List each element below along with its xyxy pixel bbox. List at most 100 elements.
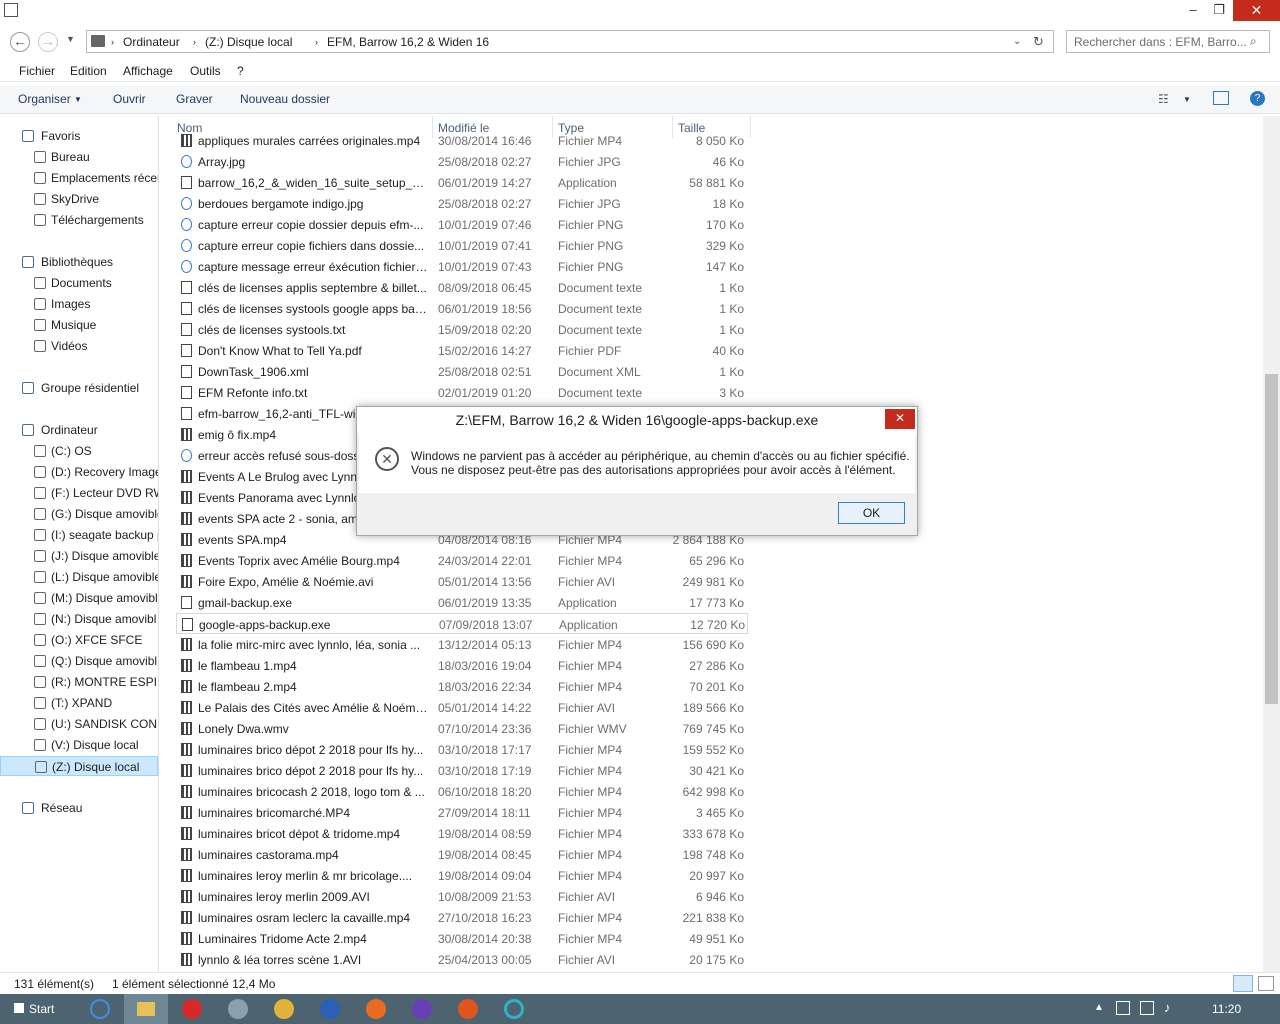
- table-row[interactable]: luminaires bricocash 2 2018, logo tom & …: [176, 781, 748, 802]
- table-row[interactable]: Array.jpg 25/08/2018 02:27 Fichier JPG 46 K…: [176, 151, 748, 172]
- menu-edition[interactable]: Edition: [70, 64, 107, 78]
- search-input[interactable]: Rechercher dans : EFM, Barro...: [1066, 30, 1270, 53]
- table-row[interactable]: luminaires castorama.mp4 19/08/2014 08:45…: [176, 844, 748, 865]
- menu-help[interactable]: ?: [237, 64, 244, 78]
- table-row[interactable]: la folie mirc-mirc avec lynnlo, léa, son…: [176, 634, 748, 655]
- explorer-taskbar-button[interactable]: [124, 994, 168, 1024]
- nav-item[interactable]: (T:) XPAND: [0, 693, 158, 713]
- vertical-scrollbar[interactable]: [1263, 116, 1280, 972]
- preview-pane-icon[interactable]: [1213, 91, 1229, 105]
- nav-item[interactable]: Groupe résidentiel: [0, 378, 158, 398]
- address-bar[interactable]: › Ordinateur › (Z:) Disque local › EFM, …: [86, 30, 1054, 53]
- table-row[interactable]: capture message erreur éxécution fichier…: [176, 256, 748, 277]
- pane-divider[interactable]: [158, 116, 159, 972]
- nav-item[interactable]: (F:) Lecteur DVD RW: [0, 483, 158, 503]
- breadcrumb-drive[interactable]: (Z:) Disque local: [205, 35, 292, 49]
- nav-item[interactable]: (M:) Disque amovibl: [0, 588, 158, 608]
- nav-item[interactable]: Images: [0, 294, 158, 314]
- table-row[interactable]: clés de licenses systools.txt 15/09/2018 …: [176, 319, 748, 340]
- table-row[interactable]: le flambeau 1.mp4 18/03/2016 19:04 Fichier…: [176, 655, 748, 676]
- table-row[interactable]: Events Toprix avec Amélie Bourg.mp4 24/03…: [176, 550, 748, 571]
- nav-item[interactable]: (U:) SANDISK CON: [0, 714, 158, 734]
- chrome-icon[interactable]: [274, 999, 294, 1019]
- nav-item[interactable]: (G:) Disque amovible: [0, 504, 158, 524]
- table-row[interactable]: clés de licenses systools google apps ba…: [176, 298, 748, 319]
- tray-expand-icon[interactable]: ▲: [1094, 1002, 1104, 1013]
- table-row[interactable]: capture erreur copie fichiers dans dossi…: [176, 235, 748, 256]
- nav-item[interactable]: Bibliothèques: [0, 252, 158, 272]
- nav-item[interactable]: Bureau: [0, 147, 158, 167]
- maximize-button[interactable]: ❐: [1204, 0, 1234, 21]
- nav-item[interactable]: Ordinateur: [0, 420, 158, 440]
- firefox-nightly-icon[interactable]: [412, 999, 432, 1019]
- table-row[interactable]: luminaires brico dépot 2 2018 pour lfs h…: [176, 739, 748, 760]
- table-row[interactable]: Lonely Dwa.wmv 07/10/2014 23:36 Fichier WM…: [176, 718, 748, 739]
- nav-item[interactable]: (D:) Recovery Image: [0, 462, 158, 482]
- nav-item[interactable]: (N:) Disque amovibl: [0, 609, 158, 629]
- breadcrumb-chevron-icon[interactable]: ›: [111, 37, 114, 47]
- help-icon[interactable]: ?: [1250, 91, 1265, 106]
- nav-item[interactable]: Téléchargements: [0, 210, 158, 230]
- column-divider[interactable]: [750, 116, 751, 138]
- refresh-icon[interactable]: ↻: [1033, 34, 1044, 50]
- nav-item[interactable]: Emplacements récen: [0, 168, 158, 188]
- address-dropdown-chevron-icon[interactable]: ⌄: [1013, 36, 1021, 47]
- table-row[interactable]: Don't Know What to Tell Ya.pdf 15/02/2016…: [176, 340, 748, 361]
- nav-item[interactable]: (C:) OS: [0, 441, 158, 461]
- browser-icon[interactable]: [320, 999, 340, 1019]
- table-row[interactable]: Le Palais des Cités avec Amélie & Noémi.…: [176, 697, 748, 718]
- table-row[interactable]: luminaires leroy merlin 2009.AVI 10/08/20…: [176, 886, 748, 907]
- breadcrumb-folder[interactable]: EFM, Barrow 16,2 & Widen 16: [327, 35, 489, 49]
- table-row[interactable]: le flambeau 2.mp4 18/03/2016 22:34 Fichier…: [176, 676, 748, 697]
- menu-affichage[interactable]: Affichage: [123, 64, 173, 78]
- table-row[interactable]: luminaires bricomarché.MP4 27/09/2014 18:…: [176, 802, 748, 823]
- table-row[interactable]: luminaires osram leclerc la cavaille.mp4…: [176, 907, 748, 928]
- table-row[interactable]: luminaires brico dépot 2 2018 pour lfs h…: [176, 760, 748, 781]
- nav-item[interactable]: Musique: [0, 315, 158, 335]
- view-chevron-icon[interactable]: ▼: [1183, 95, 1191, 104]
- table-row[interactable]: gmail-backup.exe 06/01/2019 13:35 Applicat…: [176, 592, 748, 613]
- menu-fichier[interactable]: Fichier: [19, 64, 55, 78]
- clock[interactable]: 11:20: [1212, 1002, 1241, 1016]
- ring-app-icon[interactable]: [504, 999, 524, 1019]
- search-icon[interactable]: ⌕: [1250, 34, 1257, 49]
- internet-explorer-icon[interactable]: [90, 999, 110, 1019]
- nav-item[interactable]: (Q:) Disque amovibl: [0, 651, 158, 671]
- details-view-icon[interactable]: [1233, 975, 1253, 992]
- table-row[interactable]: appliques murales carrées originales.mp4…: [176, 130, 748, 151]
- nav-item[interactable]: Vidéos: [0, 336, 158, 356]
- nav-item[interactable]: (O:) XFCE SFCE: [0, 630, 158, 650]
- table-row[interactable]: google-apps-backup.exe 07/09/2018 13:07 Ap…: [176, 613, 748, 634]
- nav-item[interactable]: Réseau: [0, 798, 158, 818]
- nav-item[interactable]: (Z:) Disque local: [0, 756, 158, 776]
- start-button[interactable]: Start: [0, 994, 80, 1024]
- breadcrumb-chevron-icon[interactable]: ›: [315, 37, 318, 47]
- ouvrir-button[interactable]: Ouvrir: [113, 92, 146, 106]
- opera-icon[interactable]: [182, 999, 202, 1019]
- nav-item[interactable]: (R:) MONTRE ESPI: [0, 672, 158, 692]
- breadcrumb-chevron-icon[interactable]: ›: [193, 37, 196, 47]
- ok-button[interactable]: OK: [838, 502, 905, 524]
- volume-icon[interactable]: ♪: [1164, 1000, 1171, 1015]
- table-row[interactable]: barrow_16,2_&_widen_16_suite_setup_sib..…: [176, 172, 748, 193]
- nav-item[interactable]: SkyDrive: [0, 189, 158, 209]
- nav-item[interactable]: (I:) seagate backup p: [0, 525, 158, 545]
- table-row[interactable]: luminaires bricot dépot & tridome.mp4 19/…: [176, 823, 748, 844]
- nav-item[interactable]: (L:) Disque amovible: [0, 567, 158, 587]
- back-button[interactable]: ←: [10, 32, 30, 52]
- table-row[interactable]: lynnlo & léa torres scène 1.AVI 25/04/201…: [176, 949, 748, 970]
- nav-item[interactable]: (J:) Disque amovible: [0, 546, 158, 566]
- table-row[interactable]: clés de licenses applis septembre & bill…: [176, 277, 748, 298]
- network-icon[interactable]: [1140, 1001, 1154, 1015]
- organiser-button[interactable]: Organiser: [18, 92, 71, 106]
- nav-item[interactable]: (V:) Disque local: [0, 735, 158, 755]
- table-row[interactable]: EFM Refonte info.txt 02/01/2019 01:20 Docu…: [176, 382, 748, 403]
- scrollbar-thumb[interactable]: [1265, 374, 1278, 704]
- nav-item[interactable]: Documents: [0, 273, 158, 293]
- nav-item[interactable]: Favoris: [0, 126, 158, 146]
- forward-button[interactable]: →: [38, 32, 58, 52]
- close-button[interactable]: ✕: [1233, 0, 1280, 21]
- app-icon[interactable]: [228, 999, 248, 1019]
- breadcrumb-computer[interactable]: Ordinateur: [123, 35, 180, 49]
- large-icons-view-icon[interactable]: [1258, 976, 1274, 991]
